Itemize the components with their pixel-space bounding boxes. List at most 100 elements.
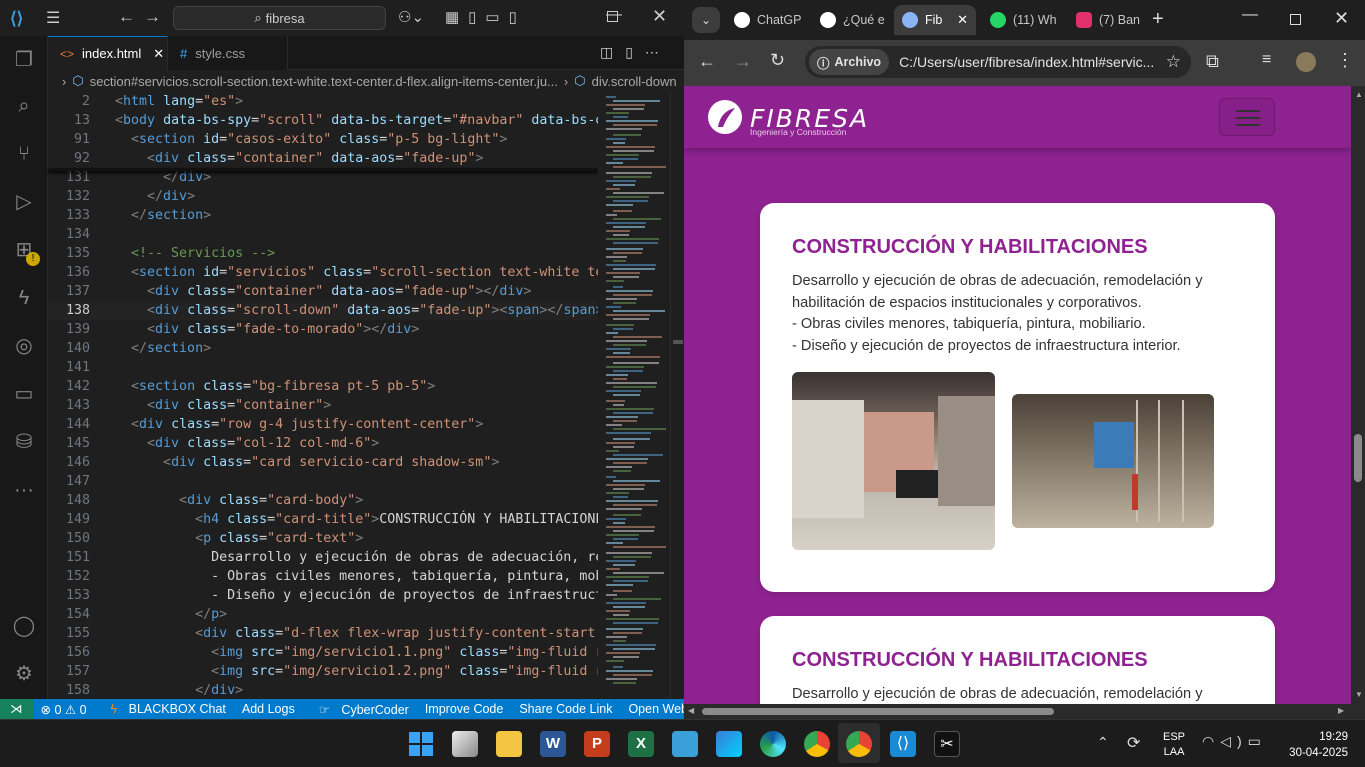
chrome-icon[interactable] bbox=[846, 731, 872, 757]
maximize-icon[interactable] bbox=[607, 11, 618, 22]
close-icon[interactable]: ✕ bbox=[1334, 8, 1349, 29]
status-blackbox[interactable]: ϟ BLACKBOX Chat bbox=[95, 702, 234, 716]
code-line[interactable]: 92 <div class="container" data-aos="fade… bbox=[48, 149, 598, 168]
code-line[interactable]: 137 <div class="container" data-aos="fad… bbox=[48, 282, 598, 301]
browser-tab[interactable]: (11) Wh bbox=[982, 5, 1060, 35]
navbar-toggler-button[interactable] bbox=[1219, 98, 1275, 136]
vscode-taskbar-icon[interactable]: ⟨⟩ bbox=[890, 731, 916, 757]
code-line[interactable]: 148 <div class="card-body"> bbox=[48, 491, 598, 510]
more-icon[interactable]: ··· bbox=[12, 478, 36, 502]
scroll-thumb[interactable] bbox=[673, 340, 683, 344]
status-cybercoder[interactable]: ☞ CyberCoder bbox=[303, 702, 417, 717]
search-icon[interactable]: ⌕ bbox=[12, 94, 36, 118]
scroll-left-icon[interactable]: ◀ bbox=[688, 706, 694, 715]
scroll-thumb[interactable] bbox=[702, 708, 1054, 715]
tab-style-css[interactable]: # style.css bbox=[168, 36, 288, 70]
code-line[interactable]: 139 <div class="fade-to-morado"></div> bbox=[48, 320, 598, 339]
close-icon[interactable]: ✕ bbox=[652, 6, 667, 27]
code-line[interactable]: 138 <div class="scroll-down" data-aos="f… bbox=[48, 301, 598, 320]
language-indicator[interactable]: ESP LAA bbox=[1163, 730, 1185, 760]
code-line[interactable]: 152 - Obras civiles menores, tabiquería,… bbox=[48, 567, 598, 586]
code-line[interactable]: 132 </div> bbox=[48, 187, 598, 206]
database-icon[interactable]: ⛁ bbox=[12, 430, 36, 454]
lightning-icon[interactable]: ϟ bbox=[12, 286, 36, 310]
status-share-code[interactable]: Share Code Link bbox=[511, 702, 620, 716]
layout-controls[interactable]: ▦▯▭▯ bbox=[445, 8, 526, 26]
code-editor[interactable]: 2 <html lang="es"> 13 <body data-bs-spy="sc… bbox=[48, 92, 598, 699]
system-tray-icons[interactable]: ◠◁)▭ bbox=[1202, 733, 1267, 750]
tab-search-icon[interactable]: ⌄ bbox=[692, 7, 720, 33]
command-center-search[interactable]: ⌕ fibresa bbox=[173, 6, 386, 30]
browser-tab[interactable]: ¿Qué e bbox=[812, 5, 886, 35]
settings-gear-icon[interactable]: ⚙ bbox=[12, 662, 36, 686]
address-bar[interactable]: ⓘ Archivo C:/Users/user/fibresa/index.ht… bbox=[805, 46, 1191, 78]
code-line[interactable]: 151 Desarrollo y ejecución de obras de a… bbox=[48, 548, 598, 567]
forward-arrow-icon[interactable]: → bbox=[144, 7, 161, 27]
tab-close-icon[interactable]: ✕ bbox=[957, 12, 968, 28]
code-line[interactable]: 157 <img src="img/servicio1.2.png" class… bbox=[48, 662, 598, 681]
file-explorer-icon[interactable] bbox=[496, 731, 522, 757]
browser-tab[interactable]: (7) Ban bbox=[1068, 5, 1150, 35]
maximize-icon[interactable] bbox=[1290, 14, 1301, 25]
code-line[interactable]: 147 bbox=[48, 472, 598, 491]
code-line[interactable]: 133 </section> bbox=[48, 206, 598, 225]
new-tab-icon[interactable]: + bbox=[1152, 8, 1164, 31]
file-chip[interactable]: ⓘ Archivo bbox=[809, 49, 890, 75]
chat-icon[interactable]: ▭ bbox=[12, 382, 36, 406]
status-open-website[interactable]: Open Website bbox=[620, 702, 684, 716]
page-horizontal-scrollbar[interactable]: ◀ ▶ bbox=[684, 704, 1365, 719]
code-line[interactable]: 140 </section> bbox=[48, 339, 598, 358]
code-line[interactable]: 142 <section class="bg-fibresa pt-5 pb-5… bbox=[48, 377, 598, 396]
capcut-icon[interactable]: ✂ bbox=[934, 731, 960, 757]
powerpoint-icon[interactable]: P bbox=[584, 731, 610, 757]
chevron-up-icon[interactable]: ⌃ bbox=[1097, 734, 1109, 751]
source-control-icon[interactable]: ⑂ bbox=[12, 142, 36, 166]
menu-icon[interactable]: ☰ bbox=[46, 8, 60, 28]
back-arrow-icon[interactable]: ← bbox=[118, 7, 135, 27]
code-line[interactable]: 2 <html lang="es"> bbox=[48, 92, 598, 111]
editor-actions[interactable]: ◫▯⋯ bbox=[600, 44, 671, 61]
page-vertical-scrollbar[interactable]: ▲ ▼ bbox=[1351, 86, 1365, 704]
kebab-menu-icon[interactable]: ⋮ bbox=[1336, 50, 1354, 71]
code-line[interactable]: 136 <section id="servicios" class="scrol… bbox=[48, 263, 598, 282]
code-line[interactable]: 153 - Diseño y ejecución de proyectos de… bbox=[48, 586, 598, 605]
browser-tab-active[interactable]: Fib ✕ bbox=[894, 5, 976, 35]
word-icon[interactable]: W bbox=[540, 731, 566, 757]
account-icon[interactable]: ◯ bbox=[12, 614, 36, 638]
star-icon[interactable]: ☆ bbox=[1166, 52, 1181, 72]
remote-icon[interactable]: ◎ bbox=[12, 334, 36, 358]
reload-icon[interactable]: ↻ bbox=[770, 50, 785, 71]
scroll-up-icon[interactable]: ▲ bbox=[1355, 90, 1363, 99]
start-windows-icon[interactable] bbox=[408, 731, 434, 757]
minimize-icon[interactable]: — bbox=[1242, 6, 1258, 24]
edge-icon[interactable] bbox=[760, 731, 786, 757]
scroll-thumb[interactable] bbox=[1354, 434, 1362, 482]
code-line[interactable]: 155 <div class="d-flex flex-wrap justify… bbox=[48, 624, 598, 643]
status-improve-code[interactable]: Improve Code bbox=[417, 702, 512, 716]
browser-tab[interactable]: ChatGP bbox=[726, 5, 804, 35]
code-line[interactable]: 154 </p> bbox=[48, 605, 598, 624]
breadcrumb-item[interactable]: div.scroll-down bbox=[592, 74, 677, 89]
problems-indicator[interactable]: ⊗ 0 ⚠ 0 bbox=[33, 702, 95, 717]
editor-scrollbar[interactable] bbox=[670, 92, 684, 699]
clock[interactable]: 19:29 30-04-2025 bbox=[1282, 729, 1348, 761]
code-line[interactable]: 134 bbox=[48, 225, 598, 244]
run-debug-icon[interactable]: ▷ bbox=[12, 190, 36, 214]
code-line[interactable]: 156 <img src="img/servicio1.1.png" class… bbox=[48, 643, 598, 662]
tab-close-icon[interactable]: ✕ bbox=[153, 46, 164, 62]
remote-indicator-icon[interactable]: ⋊ bbox=[0, 699, 33, 719]
media-controls-icon[interactable]: ≡ bbox=[1262, 51, 1271, 69]
code-line[interactable]: 141 bbox=[48, 358, 598, 377]
status-add-logs[interactable]: Add Logs bbox=[234, 702, 303, 716]
notepad-icon[interactable] bbox=[672, 731, 698, 757]
copilot-icon[interactable]: ⚇⌄ bbox=[398, 8, 424, 26]
photos-icon[interactable] bbox=[716, 731, 742, 757]
code-line[interactable]: 143 <div class="container"> bbox=[48, 396, 598, 415]
code-line[interactable]: 135 <!-- Servicios --> bbox=[48, 244, 598, 263]
code-line[interactable]: 13 <body data-bs-spy="scroll" data-bs-tar… bbox=[48, 111, 598, 130]
back-arrow-icon[interactable]: ← bbox=[698, 51, 716, 72]
tab-index-html[interactable]: <> index.html ✕ bbox=[48, 36, 168, 70]
chrome-profile-icon[interactable] bbox=[804, 731, 830, 757]
webpage-viewport[interactable]: FIBRESA Ingeniería y Construcción CONSTR… bbox=[684, 86, 1351, 704]
code-line[interactable]: 144 <div class="row g-4 justify-content-… bbox=[48, 415, 598, 434]
